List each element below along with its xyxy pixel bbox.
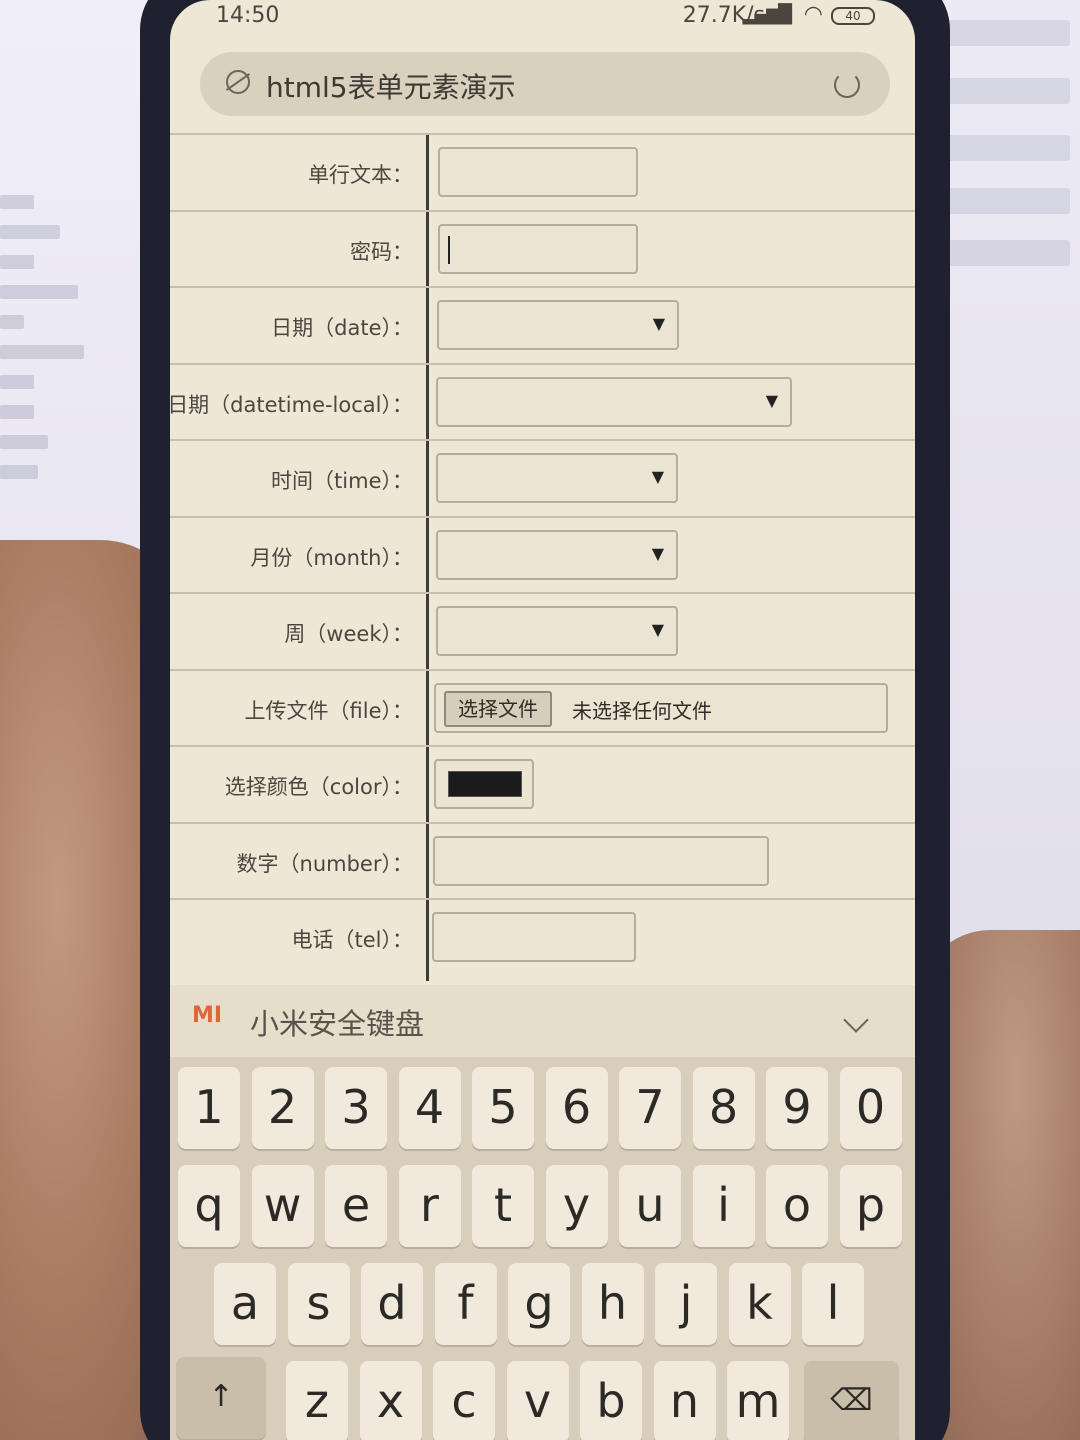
key-6[interactable]: 6 xyxy=(545,1067,608,1149)
form-row-datetime-local: 日期（datetime-local）： ▼ xyxy=(170,362,915,440)
key-n[interactable]: n xyxy=(653,1361,716,1440)
label-tel: 电话（tel）： xyxy=(291,928,414,952)
file-input[interactable]: 选择文件 未选择任何文件 xyxy=(434,682,888,733)
mi-logo: MI xyxy=(192,1003,223,1028)
form-row-time: 时间（time）： ▼ xyxy=(170,439,915,516)
dropdown-arrow-icon: ▼ xyxy=(652,314,665,333)
label-date: 日期（date）： xyxy=(271,316,413,340)
key-z[interactable]: z xyxy=(286,1361,348,1440)
page-title: html5表单元素演示 xyxy=(266,71,516,104)
key-1[interactable]: 1 xyxy=(178,1067,240,1149)
key-2[interactable]: 2 xyxy=(251,1067,314,1149)
keyboard: 1 2 3 4 5 6 7 8 9 0 q w e r t y u i o p a s d f g h j k l ↑ z x c v b n m ⌫ xyxy=(170,1057,915,1440)
key-7[interactable]: 7 xyxy=(619,1067,681,1149)
datetime-local-input[interactable]: ▼ xyxy=(436,376,792,427)
key-0[interactable]: 0 xyxy=(839,1067,902,1149)
key-m[interactable]: m xyxy=(727,1361,789,1440)
key-h[interactable]: h xyxy=(581,1263,644,1345)
week-input[interactable]: ▼ xyxy=(436,606,678,656)
key-b[interactable]: b xyxy=(580,1361,642,1440)
color-swatch xyxy=(448,771,522,797)
form-row-color: 选择颜色（color）： xyxy=(170,745,915,822)
dropdown-arrow-icon: ▼ xyxy=(651,620,664,639)
form-row-week: 周（week）： ▼ xyxy=(170,592,915,669)
key-w[interactable]: w xyxy=(251,1165,314,1247)
key-a[interactable]: a xyxy=(214,1263,276,1345)
key-c[interactable]: c xyxy=(433,1361,495,1440)
key-e[interactable]: e xyxy=(325,1165,387,1247)
chevron-down-icon[interactable] xyxy=(843,1007,869,1033)
choose-file-button[interactable]: 选择文件 xyxy=(444,690,552,727)
key-d[interactable]: d xyxy=(361,1263,423,1345)
phone-screen: 14:50 27.7K/s ▂▄▆█ ◠ 40 html5表单元素演示 单行文本… xyxy=(170,0,915,1440)
password-input[interactable] xyxy=(438,223,638,274)
tel-input[interactable] xyxy=(432,912,636,962)
key-s[interactable]: s xyxy=(287,1263,350,1345)
globe-icon xyxy=(226,70,250,94)
keyboard-header: MI 小米安全键盘 xyxy=(170,985,915,1057)
time-input[interactable]: ▼ xyxy=(436,453,678,503)
form-row-text: 单行文本： xyxy=(170,133,915,210)
date-input[interactable]: ▼ xyxy=(437,300,679,350)
key-g[interactable]: g xyxy=(508,1263,570,1345)
form-row-month: 月份（month）： ▼ xyxy=(170,515,915,593)
key-u[interactable]: u xyxy=(619,1165,681,1247)
key-y[interactable]: y xyxy=(545,1165,608,1247)
wifi-icon: ◠ xyxy=(803,2,823,27)
form-table: 单行文本： 密码： 日期（date）： ▼ 日期（datetime-local）… xyxy=(170,133,915,981)
key-8[interactable]: 8 xyxy=(692,1067,755,1149)
label-number: 数字（number）： xyxy=(236,851,413,876)
color-input[interactable] xyxy=(434,759,534,809)
dropdown-arrow-icon: ▼ xyxy=(765,390,778,410)
status-bar: 14:50 27.7K/s ▂▄▆█ ◠ 40 xyxy=(170,0,915,40)
key-j[interactable]: j xyxy=(655,1263,717,1345)
label-file: 上传文件（file）： xyxy=(244,698,413,723)
key-q[interactable]: q xyxy=(178,1165,240,1247)
battery-icon: 40 xyxy=(831,7,875,25)
reload-icon[interactable] xyxy=(834,72,860,98)
key-i[interactable]: i xyxy=(692,1165,755,1247)
label-text: 单行文本： xyxy=(308,163,413,187)
text-input[interactable] xyxy=(438,147,638,197)
key-3[interactable]: 3 xyxy=(325,1067,387,1149)
keyboard-name: 小米安全键盘 xyxy=(250,1007,425,1041)
key-4[interactable]: 4 xyxy=(398,1067,461,1149)
key-k[interactable]: k xyxy=(728,1263,791,1345)
label-datetime-local: 日期（datetime-local）： xyxy=(170,392,413,417)
key-9[interactable]: 9 xyxy=(766,1067,828,1149)
label-month: 月份（month）： xyxy=(250,545,413,570)
form-row-tel: 电话（tel）： xyxy=(170,898,915,975)
background-monitor-right xyxy=(935,0,1080,980)
backspace-key[interactable]: ⌫ xyxy=(804,1361,899,1440)
text-cursor xyxy=(448,235,450,264)
form-row-number: 数字（number）： xyxy=(170,821,915,899)
key-t[interactable]: t xyxy=(472,1165,534,1247)
form-row-file: 上传文件（file）： 选择文件 未选择任何文件 xyxy=(170,668,915,746)
label-week: 周（week）： xyxy=(284,622,413,646)
label-color: 选择颜色（color）： xyxy=(224,775,413,799)
status-time: 14:50 xyxy=(216,3,280,28)
month-input[interactable]: ▼ xyxy=(436,529,678,580)
form-row-password: 密码： xyxy=(170,209,915,287)
label-password: 密码： xyxy=(350,239,413,264)
dropdown-arrow-icon: ▼ xyxy=(651,543,664,563)
shift-key[interactable]: ↑ xyxy=(176,1357,266,1439)
key-x[interactable]: x xyxy=(359,1361,422,1440)
key-5[interactable]: 5 xyxy=(472,1067,534,1149)
key-l[interactable]: l xyxy=(802,1263,864,1345)
form-row-date: 日期（date）： ▼ xyxy=(170,286,915,363)
signal-icon: ▂▄▆█ xyxy=(742,4,792,25)
key-p[interactable]: p xyxy=(839,1165,902,1247)
number-input[interactable] xyxy=(433,835,769,886)
address-bar[interactable]: html5表单元素演示 xyxy=(200,52,890,116)
key-v[interactable]: v xyxy=(506,1361,569,1440)
dropdown-arrow-icon: ▼ xyxy=(651,467,664,486)
key-f[interactable]: f xyxy=(434,1263,497,1345)
key-o[interactable]: o xyxy=(766,1165,828,1247)
key-r[interactable]: r xyxy=(398,1165,461,1247)
file-status-text: 未选择任何文件 xyxy=(572,698,712,723)
label-time: 时间（time）： xyxy=(271,469,413,493)
